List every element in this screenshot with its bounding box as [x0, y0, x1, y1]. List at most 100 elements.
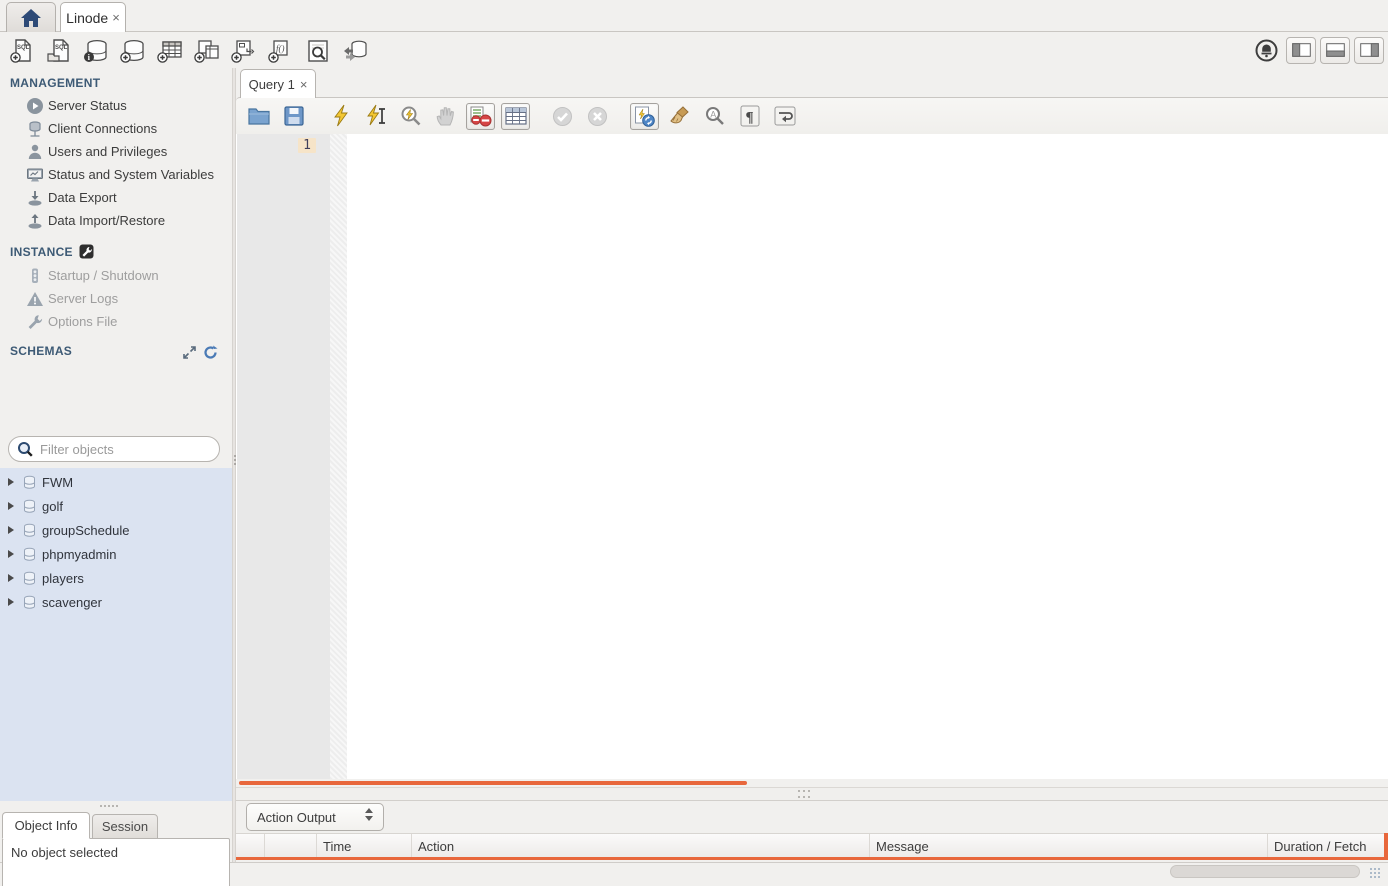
sidebar-item-users-privileges[interactable]: Users and Privileges	[0, 140, 232, 163]
expander-icon[interactable]	[8, 526, 14, 534]
sidebar-item-client-connections[interactable]: Client Connections	[0, 117, 232, 140]
editor-horizontal-scrollbar[interactable]	[236, 780, 1388, 786]
sidebar-item-startup-shutdown[interactable]: Startup / Shutdown	[0, 264, 232, 287]
output-col-time[interactable]: Time	[317, 834, 412, 858]
sidebar-item-server-logs[interactable]: Server Logs	[0, 287, 232, 310]
commit-button[interactable]	[548, 103, 577, 130]
editor-output-splitter[interactable]	[236, 787, 1388, 801]
sql-text-area[interactable]	[347, 134, 1388, 779]
expander-icon[interactable]	[8, 502, 14, 510]
connection-tab[interactable]: Linode ×	[60, 2, 126, 32]
expander-icon[interactable]	[8, 574, 14, 582]
tab-query-1[interactable]: Query 1 ×	[240, 69, 316, 98]
reconnect-database-button[interactable]	[339, 36, 371, 66]
execute-button[interactable]	[326, 103, 355, 130]
splitter-grip-dots	[798, 796, 810, 798]
autocommit-toggle[interactable]	[630, 103, 659, 130]
tab-object-info[interactable]: Object Info	[2, 812, 90, 839]
sidebar-item-data-import[interactable]: Data Import/Restore	[0, 209, 232, 232]
output-col-action[interactable]: Action	[412, 834, 870, 858]
open-sql-script-button[interactable]: SQL	[43, 36, 75, 66]
create-table-button[interactable]	[154, 36, 186, 66]
sidebar-item-status-system-variables[interactable]: Status and System Variables	[0, 163, 232, 186]
execute-current-button[interactable]	[361, 103, 390, 130]
schema-row-fwm[interactable]: FWM	[0, 470, 232, 494]
instance-wrench-badge-icon	[79, 244, 94, 259]
mysql-workbench-window: Linode × SQL SQL i	[0, 0, 1388, 886]
tab-session[interactable]: Session	[92, 814, 158, 839]
expander-icon[interactable]	[8, 598, 14, 606]
sql-editor-area: Query 1 ×	[236, 68, 1388, 862]
wrap-text-button[interactable]	[770, 103, 799, 130]
output-col-message[interactable]: Message	[870, 834, 1268, 858]
sidebar-item-data-export[interactable]: Data Export	[0, 186, 232, 209]
resize-grip[interactable]	[1370, 868, 1384, 882]
siren-icon	[1254, 38, 1279, 63]
reconnect-database-icon	[341, 38, 369, 64]
schema-row-golf[interactable]: golf	[0, 494, 232, 518]
schema-icon	[22, 499, 37, 514]
magnifier-icon: A	[704, 105, 726, 127]
expander-icon[interactable]	[8, 550, 14, 558]
svg-text:¶: ¶	[745, 110, 753, 126]
search-icon	[17, 441, 34, 458]
sidebar-item-options-file[interactable]: Options File	[0, 310, 232, 333]
bottom-scrollbar-thumb[interactable]	[1170, 865, 1360, 878]
output-col-duration[interactable]: Duration / Fetch	[1268, 834, 1388, 858]
scrollbar-thumb[interactable]	[239, 781, 747, 785]
open-sql-script-icon: SQL	[46, 38, 72, 64]
query-tab-close-icon[interactable]: ×	[300, 77, 308, 92]
create-view-button[interactable]	[191, 36, 223, 66]
toggle-bottom-panel-button[interactable]	[1320, 37, 1350, 64]
schema-row-players[interactable]: players	[0, 566, 232, 590]
schema-inspector-button[interactable]: i	[80, 36, 112, 66]
output-type-selector[interactable]: Action Output	[246, 803, 384, 831]
schema-row-groupschedule[interactable]: groupSchedule	[0, 518, 232, 542]
find-button[interactable]: A	[700, 103, 729, 130]
search-data-button[interactable]	[302, 36, 334, 66]
toggle-right-panel-button[interactable]	[1354, 37, 1384, 64]
siren-button[interactable]	[1250, 35, 1282, 65]
open-file-button[interactable]	[244, 103, 273, 130]
connection-tabstrip: Linode ×	[0, 0, 1388, 32]
refresh-schemas-icon[interactable]	[203, 345, 218, 360]
create-schema-button[interactable]	[117, 36, 149, 66]
connection-tab-close-icon[interactable]: ×	[112, 10, 120, 25]
output-scrollbar-orange[interactable]	[236, 857, 1388, 860]
schema-row-phpmyadmin[interactable]: phpmyadmin	[0, 542, 232, 566]
line-number-gutter: 1	[237, 134, 330, 779]
create-function-button[interactable]: f()	[265, 36, 297, 66]
rollback-button[interactable]	[583, 103, 612, 130]
save-file-button[interactable]	[279, 103, 308, 130]
stop-on-error-toggle[interactable]	[466, 103, 495, 130]
toggle-left-panel-button[interactable]	[1286, 37, 1316, 64]
limit-rows-toggle[interactable]	[501, 103, 530, 130]
output-scrollbar-orange-vertical[interactable]	[1384, 833, 1388, 857]
schema-icon	[22, 547, 37, 562]
new-sql-script-button[interactable]: SQL	[6, 36, 38, 66]
warning-triangle-icon	[26, 290, 44, 308]
sidebar-splitter-grip[interactable]	[100, 805, 118, 807]
expander-icon[interactable]	[8, 478, 14, 486]
schema-row-scavenger[interactable]: scavenger	[0, 590, 232, 614]
expand-schemas-icon[interactable]	[182, 345, 197, 360]
autocommit-icon	[633, 105, 656, 128]
create-procedure-icon	[230, 38, 258, 64]
management-section-title: MANAGEMENT	[10, 76, 100, 90]
save-icon	[283, 105, 305, 127]
beautify-button[interactable]	[665, 103, 694, 130]
explain-button[interactable]	[396, 103, 425, 130]
show-invisibles-button[interactable]: ¶	[735, 103, 764, 130]
lightning-icon	[330, 104, 352, 128]
schema-name: groupSchedule	[42, 523, 129, 538]
stop-button[interactable]	[431, 103, 460, 130]
output-panel: Action Output Time Action Message Durati…	[236, 801, 1388, 862]
create-procedure-button[interactable]	[228, 36, 260, 66]
schema-filter-input[interactable]	[40, 442, 200, 457]
client-connections-icon	[26, 120, 44, 138]
output-grid-header: Time Action Message Duration / Fetch	[236, 833, 1388, 857]
sidebar-item-server-status[interactable]: Server Status	[0, 94, 232, 117]
home-tab[interactable]	[6, 2, 56, 32]
schema-name: phpmyadmin	[42, 547, 116, 562]
svg-text:SQL: SQL	[17, 45, 30, 51]
